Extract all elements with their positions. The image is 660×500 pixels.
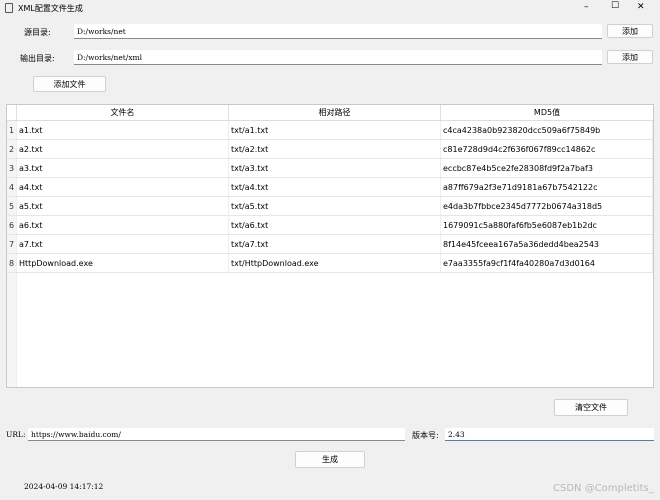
output-dir-input[interactable]: D:/works/net/xml [74,50,602,65]
column-header-path[interactable]: 相对路径 [229,105,441,120]
cell-path: txt/a2.txt [229,140,441,158]
row-number: 2 [7,140,17,158]
cell-path: txt/a3.txt [229,159,441,177]
table-row[interactable]: 6 a6.txt txt/a6.txt 1679091c5a880faf6fb5e60… [7,216,653,235]
add-file-button[interactable]: 添加文件 [33,76,106,92]
row-number: 5 [7,197,17,215]
row-number: 7 [7,235,17,253]
watermark: CSDN @Completits_ [553,483,654,494]
table-row[interactable]: 7 a7.txt txt/a7.txt 8f14e45fceea167a5a36ded… [7,235,653,254]
window-title: XML配置文件生成 [18,4,83,13]
cell-md5: e7aa3355fa9cf1f4fa40280a7d3d0164 [441,254,653,272]
table-row[interactable]: 1 a1.txt txt/a1.txt c4ca4238a0b923820dcc509… [7,121,653,140]
app-icon [5,3,13,13]
source-dir-label: 源目录: [24,28,51,37]
close-button[interactable]: ✕ [637,2,645,12]
url-input[interactable]: https://www.baidu.com/ [28,428,405,441]
timestamp: 2024-04-09 14:17:12 [24,482,104,491]
version-input[interactable]: 2.43 [445,428,654,441]
version-label: 版本号: [412,431,439,440]
column-header-filename[interactable]: 文件名 [17,105,229,120]
add-output-button[interactable]: 添加 [607,50,653,64]
cell-path: txt/a1.txt [229,121,441,139]
cell-path: txt/HttpDownload.exe [229,254,441,272]
cell-md5: 1679091c5a880faf6fb5e6087eb1b2dc [441,216,653,234]
row-header-gutter [7,273,17,387]
cell-path: txt/a7.txt [229,235,441,253]
url-label: URL: [6,430,26,439]
file-table[interactable]: 文件名 相对路径 MD5值 1 a1.txt txt/a1.txt c4ca4238a… [6,104,654,388]
row-number: 1 [7,121,17,139]
table-row[interactable]: 3 a3.txt txt/a3.txt eccbc87e4b5ce2fe28308fd… [7,159,653,178]
maximize-button[interactable]: ☐ [611,1,619,11]
cell-filename: a5.txt [17,197,229,215]
row-number: 6 [7,216,17,234]
cell-filename: a7.txt [17,235,229,253]
cell-path: txt/a5.txt [229,197,441,215]
table-row[interactable]: 2 a2.txt txt/a2.txt c81e728d9d4c2f636f067f8… [7,140,653,159]
cell-path: txt/a6.txt [229,216,441,234]
output-dir-label: 输出目录: [20,54,55,63]
column-header-md5[interactable]: MD5值 [441,105,653,120]
cell-md5: c81e728d9d4c2f636f067f89cc14862c [441,140,653,158]
table-row[interactable]: 8 HttpDownload.exe txt/HttpDownload.exe e7a… [7,254,653,273]
source-dir-input[interactable]: D:/works/net [74,24,602,39]
cell-filename: a3.txt [17,159,229,177]
generate-button[interactable]: 生成 [295,451,365,468]
cell-filename: a2.txt [17,140,229,158]
minimize-button[interactable]: – [584,2,589,12]
cell-filename: a4.txt [17,178,229,196]
add-source-button[interactable]: 添加 [607,24,653,38]
cell-md5: a87ff679a2f3e71d9181a67b7542122c [441,178,653,196]
cell-filename: HttpDownload.exe [17,254,229,272]
row-number: 3 [7,159,17,177]
cell-md5: e4da3b7fbbce2345d7772b0674a318d5 [441,197,653,215]
cell-path: txt/a4.txt [229,178,441,196]
cell-md5: eccbc87e4b5ce2fe28308fd9f2a7baf3 [441,159,653,177]
cell-md5: c4ca4238a0b923820dcc509a6f75849b [441,121,653,139]
title-bar: XML配置文件生成 – ☐ ✕ [0,0,660,16]
clear-files-button[interactable]: 清空文件 [554,399,628,416]
cell-md5: 8f14e45fceea167a5a36dedd4bea2543 [441,235,653,253]
row-number: 4 [7,178,17,196]
cell-filename: a1.txt [17,121,229,139]
cell-filename: a6.txt [17,216,229,234]
table-row[interactable]: 5 a5.txt txt/a5.txt e4da3b7fbbce2345d7772b0… [7,197,653,216]
table-header: 文件名 相对路径 MD5值 [7,105,653,121]
table-row[interactable]: 4 a4.txt txt/a4.txt a87ff679a2f3e71d9181a67… [7,178,653,197]
row-number: 8 [7,254,17,272]
